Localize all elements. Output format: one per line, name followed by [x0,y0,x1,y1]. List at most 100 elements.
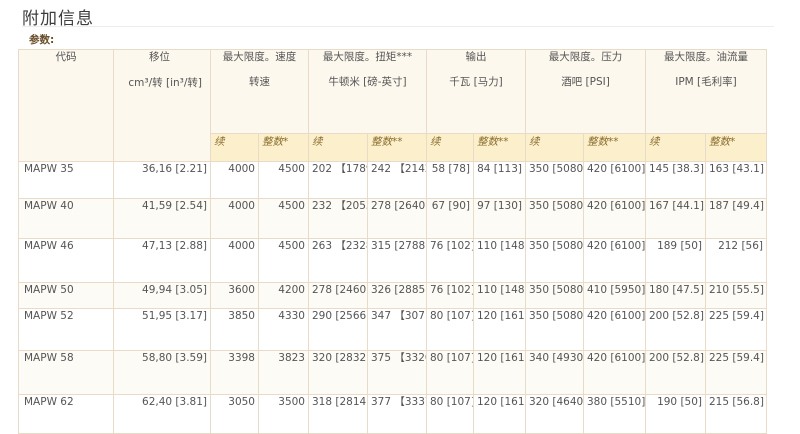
table-cell: 58,80 [3.59] [113,350,211,395]
table-cell: 215 [56.8] [705,394,767,434]
table-cell: 350 [5080] [525,161,584,199]
header-max-speed-unit: 转速 [249,76,270,88]
table-row: MAPW 3536,16 [2.21]40004500202 【1789】242… [18,161,767,199]
header-max-speed-label: 最大限度。速度 [222,51,297,63]
table-cell: 340 [4930] [525,350,584,395]
table-cell: 49,94 [3.05] [113,282,211,309]
table-cell: 380 [5510] [583,394,646,434]
header-displacement-label: 移位 [149,51,170,63]
table-cell: 315 [2788] [367,238,427,283]
table-cell: 410 [5950] [583,282,646,309]
subheader-intermittent: 整数** [473,133,526,162]
table-cell: 375 【3320】 [367,350,427,395]
specs-table: 代码 移位 cm³/转 [in³/转] 最大限度。速度 转速 最大限度。扭矩**… [18,49,767,434]
table-cell: 420 [6100] [583,238,646,283]
subheader-continuous: 续 [645,133,706,162]
table-cell: 3600 [210,282,259,309]
table-cell: 3850 [210,308,259,351]
subheader-continuous: 续 [426,133,474,162]
model-code-cell: MAPW 50 [18,282,114,309]
table-cell: 210 [55.5] [705,282,767,309]
table-cell: 347 【3071】 [367,308,427,351]
model-code-cell: MAPW 40 [18,198,114,239]
table-cell: 4000 [210,238,259,283]
table-cell: 350 [5080] [525,198,584,239]
table-cell: 4500 [258,198,309,239]
model-code-cell: MAPW 62 [18,394,114,434]
header-code-label: 代码 [55,51,77,63]
table-row: MAPW 4041,59 [2.54]40004500232 【2053】278… [18,198,767,239]
header-max-pressure-label: 最大限度。压力 [548,51,623,63]
model-code-cell: MAPW 52 [18,308,114,351]
table-cell: 76 [102] [426,282,474,309]
header-max-oil-flow: 最大限度。油流量 IPM [毛利率] [645,49,767,134]
header-max-pressure-unit: 酒吧 [PSI] [561,76,610,88]
model-code-cell: MAPW 46 [18,238,114,283]
table-cell: 47,13 [2.88] [113,238,211,283]
table-cell: 180 [47.5] [645,282,706,309]
header-max-pressure: 最大限度。压力 酒吧 [PSI] [525,49,646,134]
table-cell: 110 [148] [473,282,526,309]
header-output-label: 输出 [465,51,487,63]
table-cell: 51,95 [3.17] [113,308,211,351]
table-cell: 190 [50] [645,394,706,434]
table-cell: 62,40 [3.81] [113,394,211,434]
table-cell: 420 [6100] [583,308,646,351]
table-cell: 232 【2053】 [308,198,368,239]
table-cell: 4500 [258,161,309,199]
subheader-continuous: 续 [308,133,368,162]
table-cell: 377 【3337】 [367,394,427,434]
table-cell: 200 [52.8] [645,308,706,351]
subheader-intermittent: 整数** [583,133,646,162]
subheader-intermittent: 整数* [705,133,767,162]
header-max-torque-unit: 牛顿米 [磅-英寸] [328,76,407,88]
table-cell: 350 [5080] [525,282,584,309]
table-cell: 3050 [210,394,259,434]
header-max-torque-label: 最大限度。扭矩*** [322,51,413,63]
table-row: MAPW 62 62,40 [3.81] 3050 3500 318 [2814] 377… [18,394,767,434]
table-cell: 225 [59.4] [705,350,767,395]
table-cell: 167 [44.1] [645,198,706,239]
table-cell: 420 [6100] [583,350,646,395]
table-cell: 58 [78] [426,161,474,199]
table-cell: 110 [148] [473,238,526,283]
table-cell: 187 [49.4] [705,198,767,239]
table-row: MAPW 52 51,95 [3.17] 3850 4330 290 [2566] 347… [18,308,767,351]
table-cell: 278 [2460] [308,282,368,309]
table-cell: 84 [113] [473,161,526,199]
header-code: 代码 [18,49,114,162]
table-cell: 212 [56] [705,238,767,283]
parameters-label: 参数: [29,34,55,46]
table-cell: 97 [130] [473,198,526,239]
header-displacement-unit: cm³/转 [in³/转] [128,77,202,89]
table-cell: 242 【2142】 [367,161,427,199]
table-cell: 420 [6100] [583,161,646,199]
table-cell: 320 [2832] [308,350,368,395]
table-cell: 67 [90] [426,198,474,239]
subheader-continuous: 续 [525,133,584,162]
table-cell: 4200 [258,282,309,309]
table-cell: 263 【2328】 [308,238,368,283]
model-code-cell: MAPW 58 [18,350,114,395]
table-cell: 189 [50] [645,238,706,283]
table-cell: 163 [43.1] [705,161,767,199]
table-cell: 4000 [210,198,259,239]
table-cell: 80 [107] [426,350,474,395]
title-divider [22,26,774,27]
table-cell: 36,16 [2.21] [113,161,211,199]
header-max-oil-flow-label: 最大限度。油流量 [664,51,748,63]
model-code-cell: MAPW 35 [18,161,114,199]
table-cell: 3398 [210,350,259,395]
table-cell: 120 [161] [473,394,526,434]
table-cell: 200 [52.8] [645,350,706,395]
table-cell: 225 [59.4] [705,308,767,351]
header-output: 输出 千瓦 [马力] [426,49,526,134]
table-row: MAPW 4647,13 [2.88]40004500263 【2328】315… [18,238,767,283]
table-cell: 4330 [258,308,309,351]
subheader-continuous: 续 [210,133,259,162]
table-cell: 350 [5080] [525,308,584,351]
header-displacement: 移位 cm³/转 [in³/转] [113,49,211,162]
header-output-unit: 千瓦 [马力] [449,76,503,88]
table-cell: 318 [2814] [308,394,368,434]
table-cell: 80 [107] [426,308,474,351]
